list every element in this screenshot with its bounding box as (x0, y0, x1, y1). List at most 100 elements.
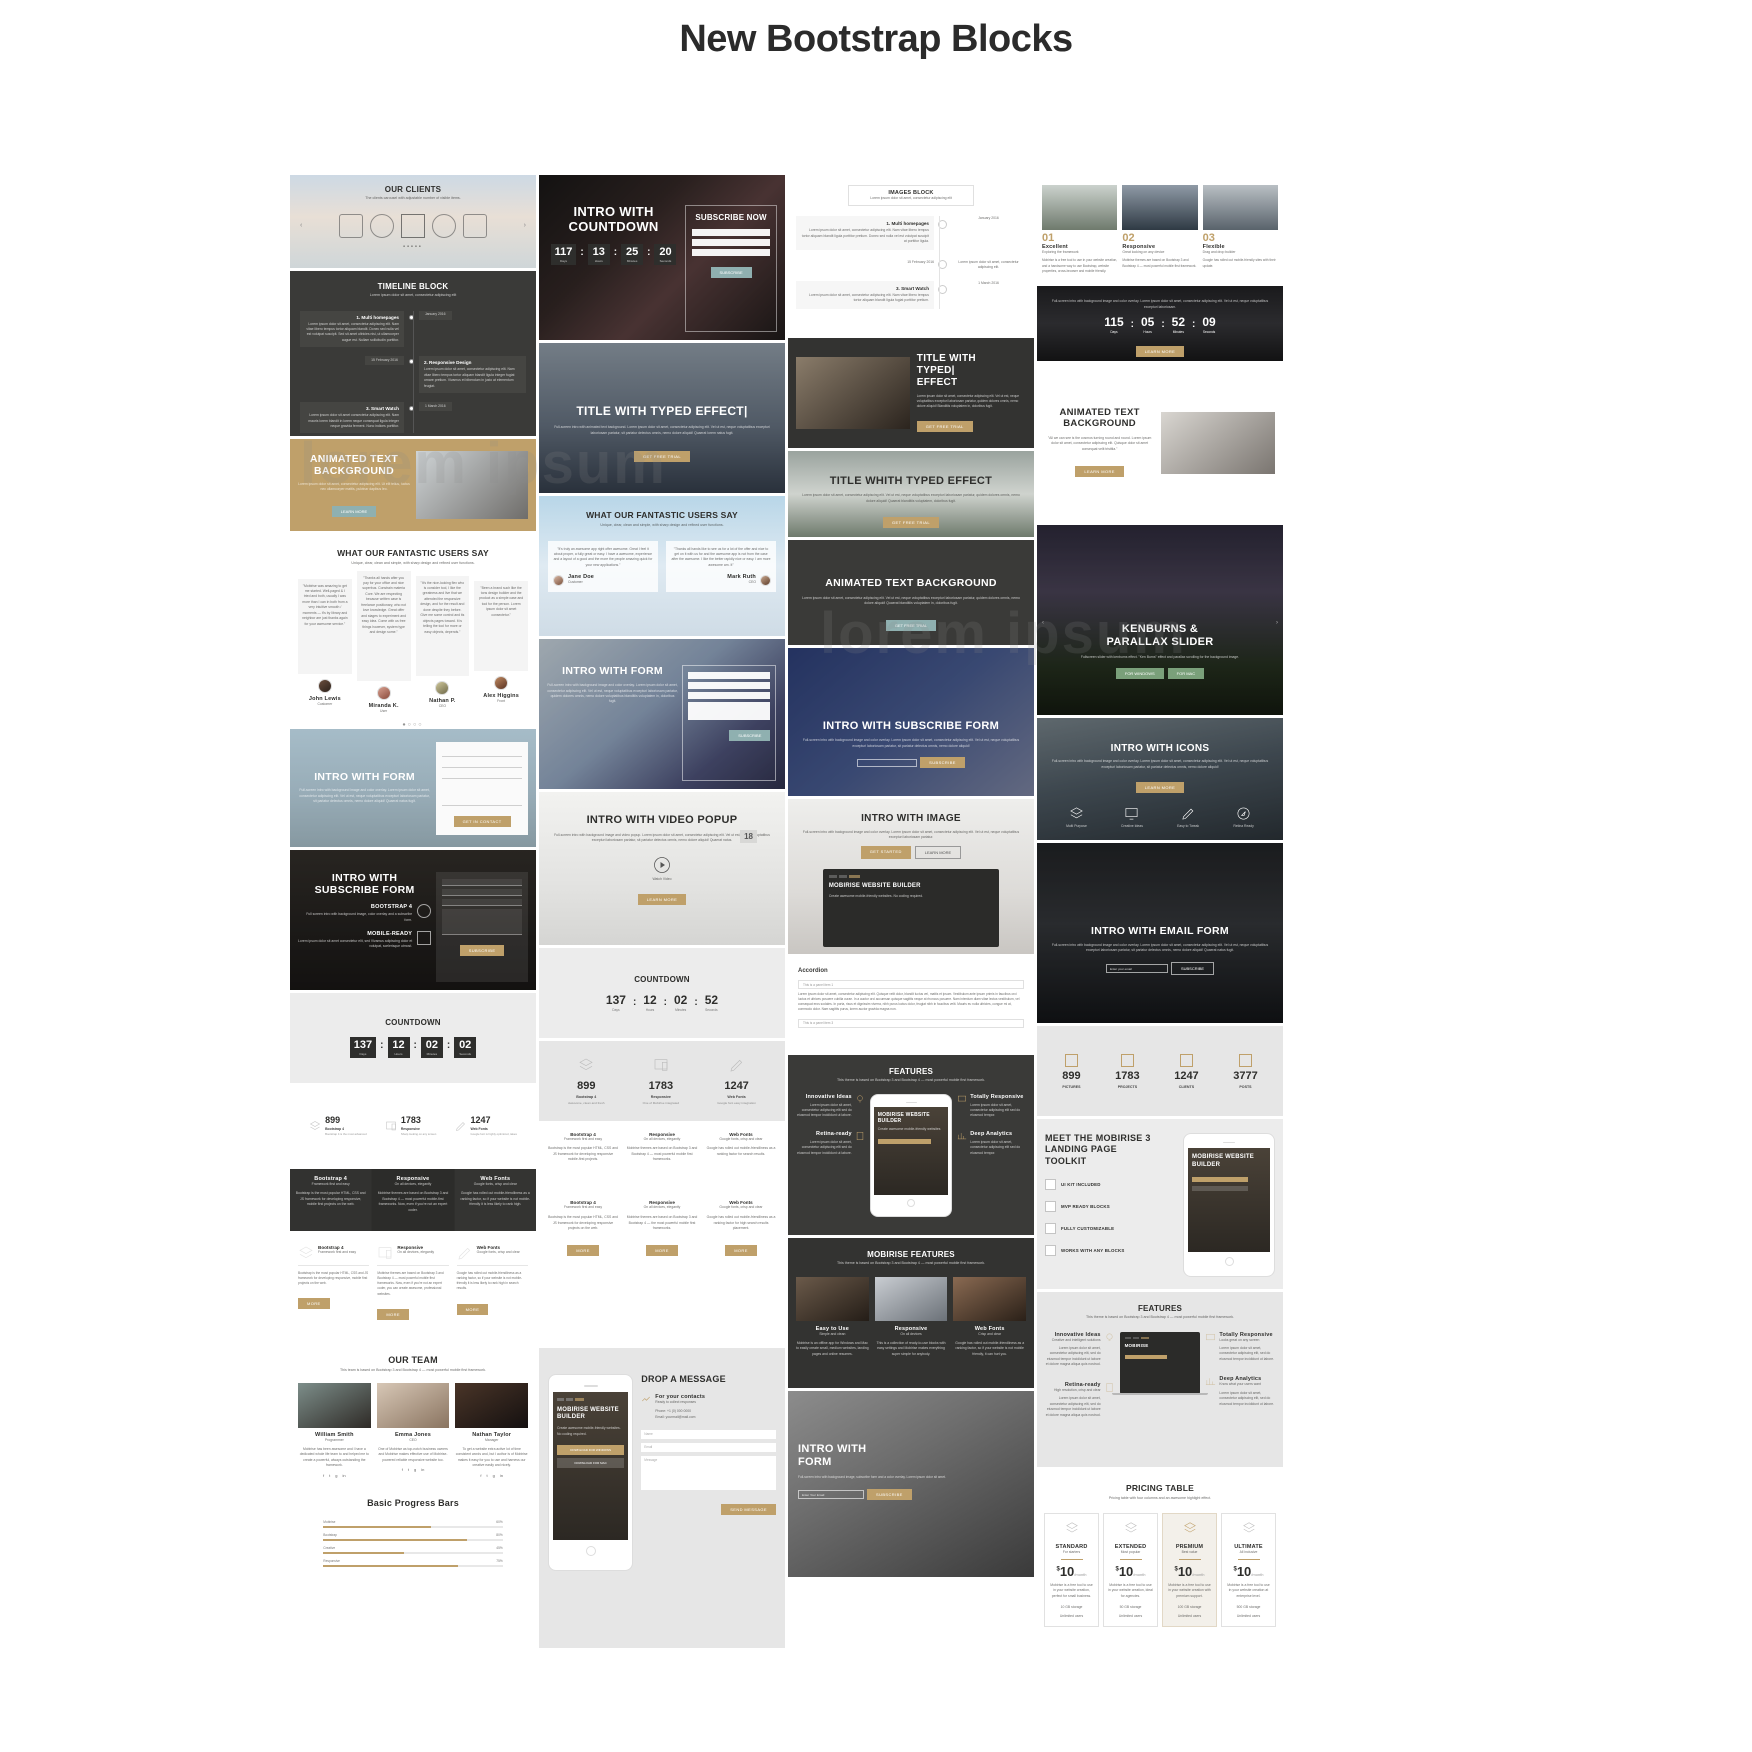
subscribe-blue-email-input[interactable] (857, 758, 918, 767)
pricing-plan[interactable]: EXTENDED Most popular $10/month Mobirise… (1103, 1512, 1158, 1628)
subscribe-submit[interactable]: SUBSCRIBE (459, 945, 505, 956)
animated-text-tan-button[interactable]: LEARN MORE (331, 505, 377, 517)
countdown-days: 137 (605, 992, 626, 1007)
intro-form-2-field-email[interactable] (688, 682, 771, 689)
feature-sub: On all devices (900, 1331, 922, 1336)
social-twitter-icon[interactable]: t (487, 1473, 488, 1478)
progress-row: Creative 45% (323, 1546, 503, 1554)
feature-more-button[interactable]: MORE (725, 1244, 757, 1256)
kenburns-button-windows[interactable]: FOR WINDOWS (1115, 668, 1164, 680)
feature-text: Lorem ipsum dolor sit amet, consectetur … (970, 1139, 1021, 1155)
message-field-name[interactable]: Name (641, 1430, 776, 1440)
device-download-windows[interactable]: DOWNLOAD FOR WINDOWS (557, 1444, 625, 1455)
social-linkedin-icon[interactable]: in (343, 1473, 346, 1478)
typed-fog-button[interactable]: GET FREE TRIAL (883, 517, 939, 529)
testimonial-card: "It's truly an awesome app right offer a… (548, 540, 658, 592)
subscribe-field-message[interactable] (442, 909, 522, 935)
device-title: MOBIRISE WEBSITE BUILDER (557, 1406, 619, 1421)
title-typed-1-button[interactable]: GET FREE TRIAL (634, 451, 690, 463)
countdown-dark-button[interactable]: LEARN MORE (1135, 345, 1185, 357)
animated-white-button[interactable]: LEARN MORE (1075, 466, 1124, 478)
subscribe-field-phone[interactable] (442, 899, 522, 906)
message-field-email[interactable]: Email (641, 1443, 776, 1453)
message-submit-button[interactable]: SEND MESSAGE (721, 1504, 776, 1516)
social-twitter-icon[interactable]: t (329, 1473, 330, 1478)
animated-white-title: ANIMATED TEXT BACKGROUND (1059, 406, 1140, 429)
accordion-item-1[interactable]: This is a panel item 1 (798, 980, 1024, 989)
intro-email-button[interactable]: SUBSCRIBE (1170, 962, 1215, 976)
feature-more-button[interactable]: MORE (456, 1303, 489, 1315)
social-twitter-icon[interactable]: t (408, 1467, 409, 1472)
kenburns-next-arrow[interactable]: › (1276, 620, 1278, 626)
block-our-clients[interactable]: OUR CLIENTS The clients carousel with ad… (290, 175, 536, 268)
social-facebook-icon[interactable]: f (402, 1467, 403, 1472)
counter-number: 1247 (1174, 1069, 1199, 1082)
team-role: Manager (484, 1437, 499, 1442)
clients-next-arrow[interactable]: › (524, 222, 526, 229)
intro-form-1-field-message[interactable] (442, 782, 522, 806)
feature-text: Bootstrap is the most popular HTML, CSS … (548, 1215, 618, 1231)
social-google-icon[interactable]: g (414, 1467, 416, 1472)
social-facebook-icon[interactable]: f (323, 1473, 324, 1478)
countdown-days: 137 (353, 1039, 373, 1051)
social-linkedin-icon[interactable]: in (500, 1473, 503, 1478)
intro-form-2-submit[interactable]: SUBSCRIBE (729, 730, 771, 741)
intro-form-2-field-message[interactable] (688, 702, 771, 720)
social-google-icon[interactable]: g (335, 1473, 337, 1478)
screenshot-root: New Bootstrap Blocks OUR CLIENTS The cli… (0, 0, 1752, 1752)
feature-more-button[interactable]: MORE (298, 1298, 330, 1310)
accordion-item-3[interactable]: This is a panel item 3 (798, 1018, 1024, 1028)
feature-more-button[interactable]: MORE (646, 1244, 678, 1256)
plan-desc: Mobirise is a free tool to use in your w… (1168, 1583, 1211, 1598)
typed-dark-button[interactable]: GET FREE TRIAL (916, 421, 973, 433)
countdown-days-label: Days (359, 1052, 367, 1056)
intro-form-2-field-name[interactable] (688, 672, 771, 679)
testimonials-carousel-dots[interactable]: ●○○○ (298, 722, 528, 726)
subscribe-field-email[interactable] (442, 889, 522, 896)
feature-more-button[interactable]: MORE (377, 1308, 409, 1320)
subscribe-field-name[interactable] (442, 879, 522, 886)
intro-form-1-field-phone[interactable] (442, 771, 522, 779)
subscribe-now-button[interactable]: SUBSCRIBE (710, 267, 752, 278)
kenburns-button-mac[interactable]: FOR MAC (1167, 668, 1205, 680)
pricing-plan[interactable]: STANDARD For starters $10/month Mobirise… (1044, 1512, 1099, 1628)
subscribe-now-field-name[interactable] (692, 229, 770, 236)
chart-icon (642, 1396, 651, 1402)
intro-form-bottom-email-input[interactable]: Enter Your Email (798, 1489, 864, 1499)
social-google-icon[interactable]: g (493, 1473, 495, 1478)
intro-image-button-1[interactable]: GET STARTED (860, 846, 911, 860)
plan-sub: For starters (1062, 1549, 1081, 1554)
responsive-icon (958, 1095, 967, 1101)
device-download-mac[interactable]: DOWNLOAD FOR MAC (557, 1457, 625, 1468)
clients-prev-arrow[interactable]: ‹ (300, 222, 302, 229)
pricing-plan[interactable]: ULTIMATE All inclusive $10/month Mobiris… (1221, 1512, 1276, 1628)
intro-email-input[interactable]: Enter your email (1105, 964, 1168, 974)
subscribe-now-field-email[interactable] (692, 239, 770, 246)
counter-caption: Web Fonts (470, 1127, 488, 1131)
feature-text: Google has rolled out mobile-friendlines… (706, 1215, 776, 1231)
kenburns-prev-arrow[interactable]: ‹ (1042, 620, 1044, 626)
clients-carousel-dots[interactable]: ••••• (298, 244, 528, 250)
animated-dark-button[interactable]: GET FREE TRIAL (885, 620, 937, 632)
intro-form-1-submit[interactable]: GET IN CONTACT (453, 815, 511, 827)
subscribe-blue-button[interactable]: SUBSCRIBE (920, 757, 965, 769)
social-linkedin-icon[interactable]: in (421, 1467, 424, 1472)
social-facebook-icon[interactable]: f (480, 1473, 481, 1478)
subscribe-now-field-phone[interactable] (692, 249, 770, 256)
feature-card: Web Fonts Crisp and clear Google has rol… (953, 1276, 1027, 1358)
block-title-typed-fog: TITLE WHITH TYPED EFFECT Lorem ipsum dol… (788, 451, 1034, 537)
intro-form-1-field-name[interactable] (442, 749, 522, 757)
intro-form-bottom-button[interactable]: SUBSCRIBE (867, 1488, 912, 1500)
counter-item: 1783 Responsive Sharp looking on any scr… (385, 1116, 436, 1136)
play-icon[interactable] (653, 856, 671, 874)
countdown-seconds: 09 (1202, 314, 1216, 329)
intro-image-button-2[interactable]: LEARN MORE (914, 846, 962, 860)
feature-more-button[interactable]: MORE (567, 1244, 599, 1256)
intro-form-2-field-phone[interactable] (688, 692, 771, 699)
intro-video-button[interactable]: LEARN MORE (637, 893, 687, 905)
intro-icons-button[interactable]: LEARN MORE (1135, 781, 1185, 793)
pricing-plan-highlighted[interactable]: PREMIUM Best value $10/month Mobirise is… (1162, 1512, 1217, 1628)
message-field-message[interactable]: Message (641, 1456, 776, 1491)
intro-form-1-field-email[interactable] (442, 760, 522, 768)
team-photo (455, 1382, 529, 1428)
